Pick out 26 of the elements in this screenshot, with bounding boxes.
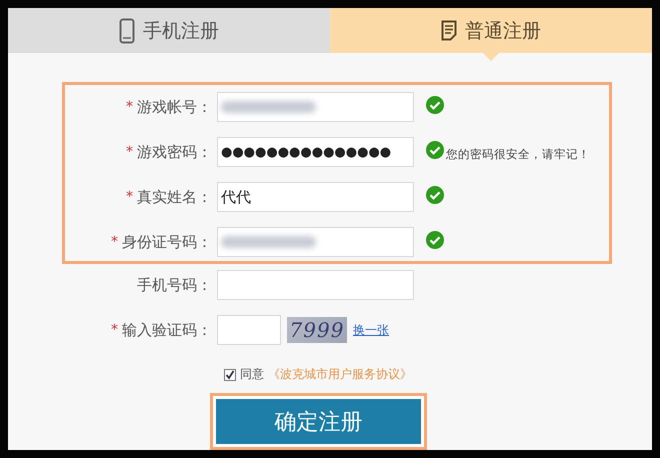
required-mark: * bbox=[111, 322, 118, 338]
required-mark: * bbox=[111, 234, 118, 250]
input-field[interactable] bbox=[217, 227, 414, 257]
field-label: 真实姓名： bbox=[137, 188, 212, 206]
captcha-image: 7999 bbox=[287, 317, 347, 343]
phone-icon bbox=[119, 18, 135, 44]
captcha-field[interactable] bbox=[217, 315, 281, 345]
field-label: 游戏帐号： bbox=[137, 98, 212, 116]
agree-checkbox[interactable] bbox=[224, 368, 236, 380]
password-field[interactable]: ●●●●●●●●●●●●●●● bbox=[217, 137, 414, 167]
agree-label: 同意 bbox=[240, 366, 264, 383]
tab[interactable]: 手机注册 bbox=[8, 8, 330, 53]
field-label: 身份证号码： bbox=[122, 232, 212, 252]
required-mark: * bbox=[126, 99, 133, 115]
input-field[interactable] bbox=[217, 92, 414, 122]
field-label: 游戏密码： bbox=[137, 142, 212, 162]
field-label: 输入验证码： bbox=[122, 320, 212, 340]
required-mark: * bbox=[126, 144, 133, 160]
field-label: 手机号码： bbox=[137, 276, 212, 294]
input-field[interactable]: 代代 bbox=[217, 182, 414, 212]
refresh-link[interactable]: 换一张 bbox=[353, 322, 389, 338]
hint-text: 您的密码很安全，请牢记！ bbox=[446, 146, 590, 160]
register-button[interactable]: 确定注册 bbox=[216, 399, 421, 444]
document-icon bbox=[441, 20, 457, 41]
required-mark: * bbox=[126, 189, 133, 205]
input-field[interactable] bbox=[217, 270, 414, 300]
